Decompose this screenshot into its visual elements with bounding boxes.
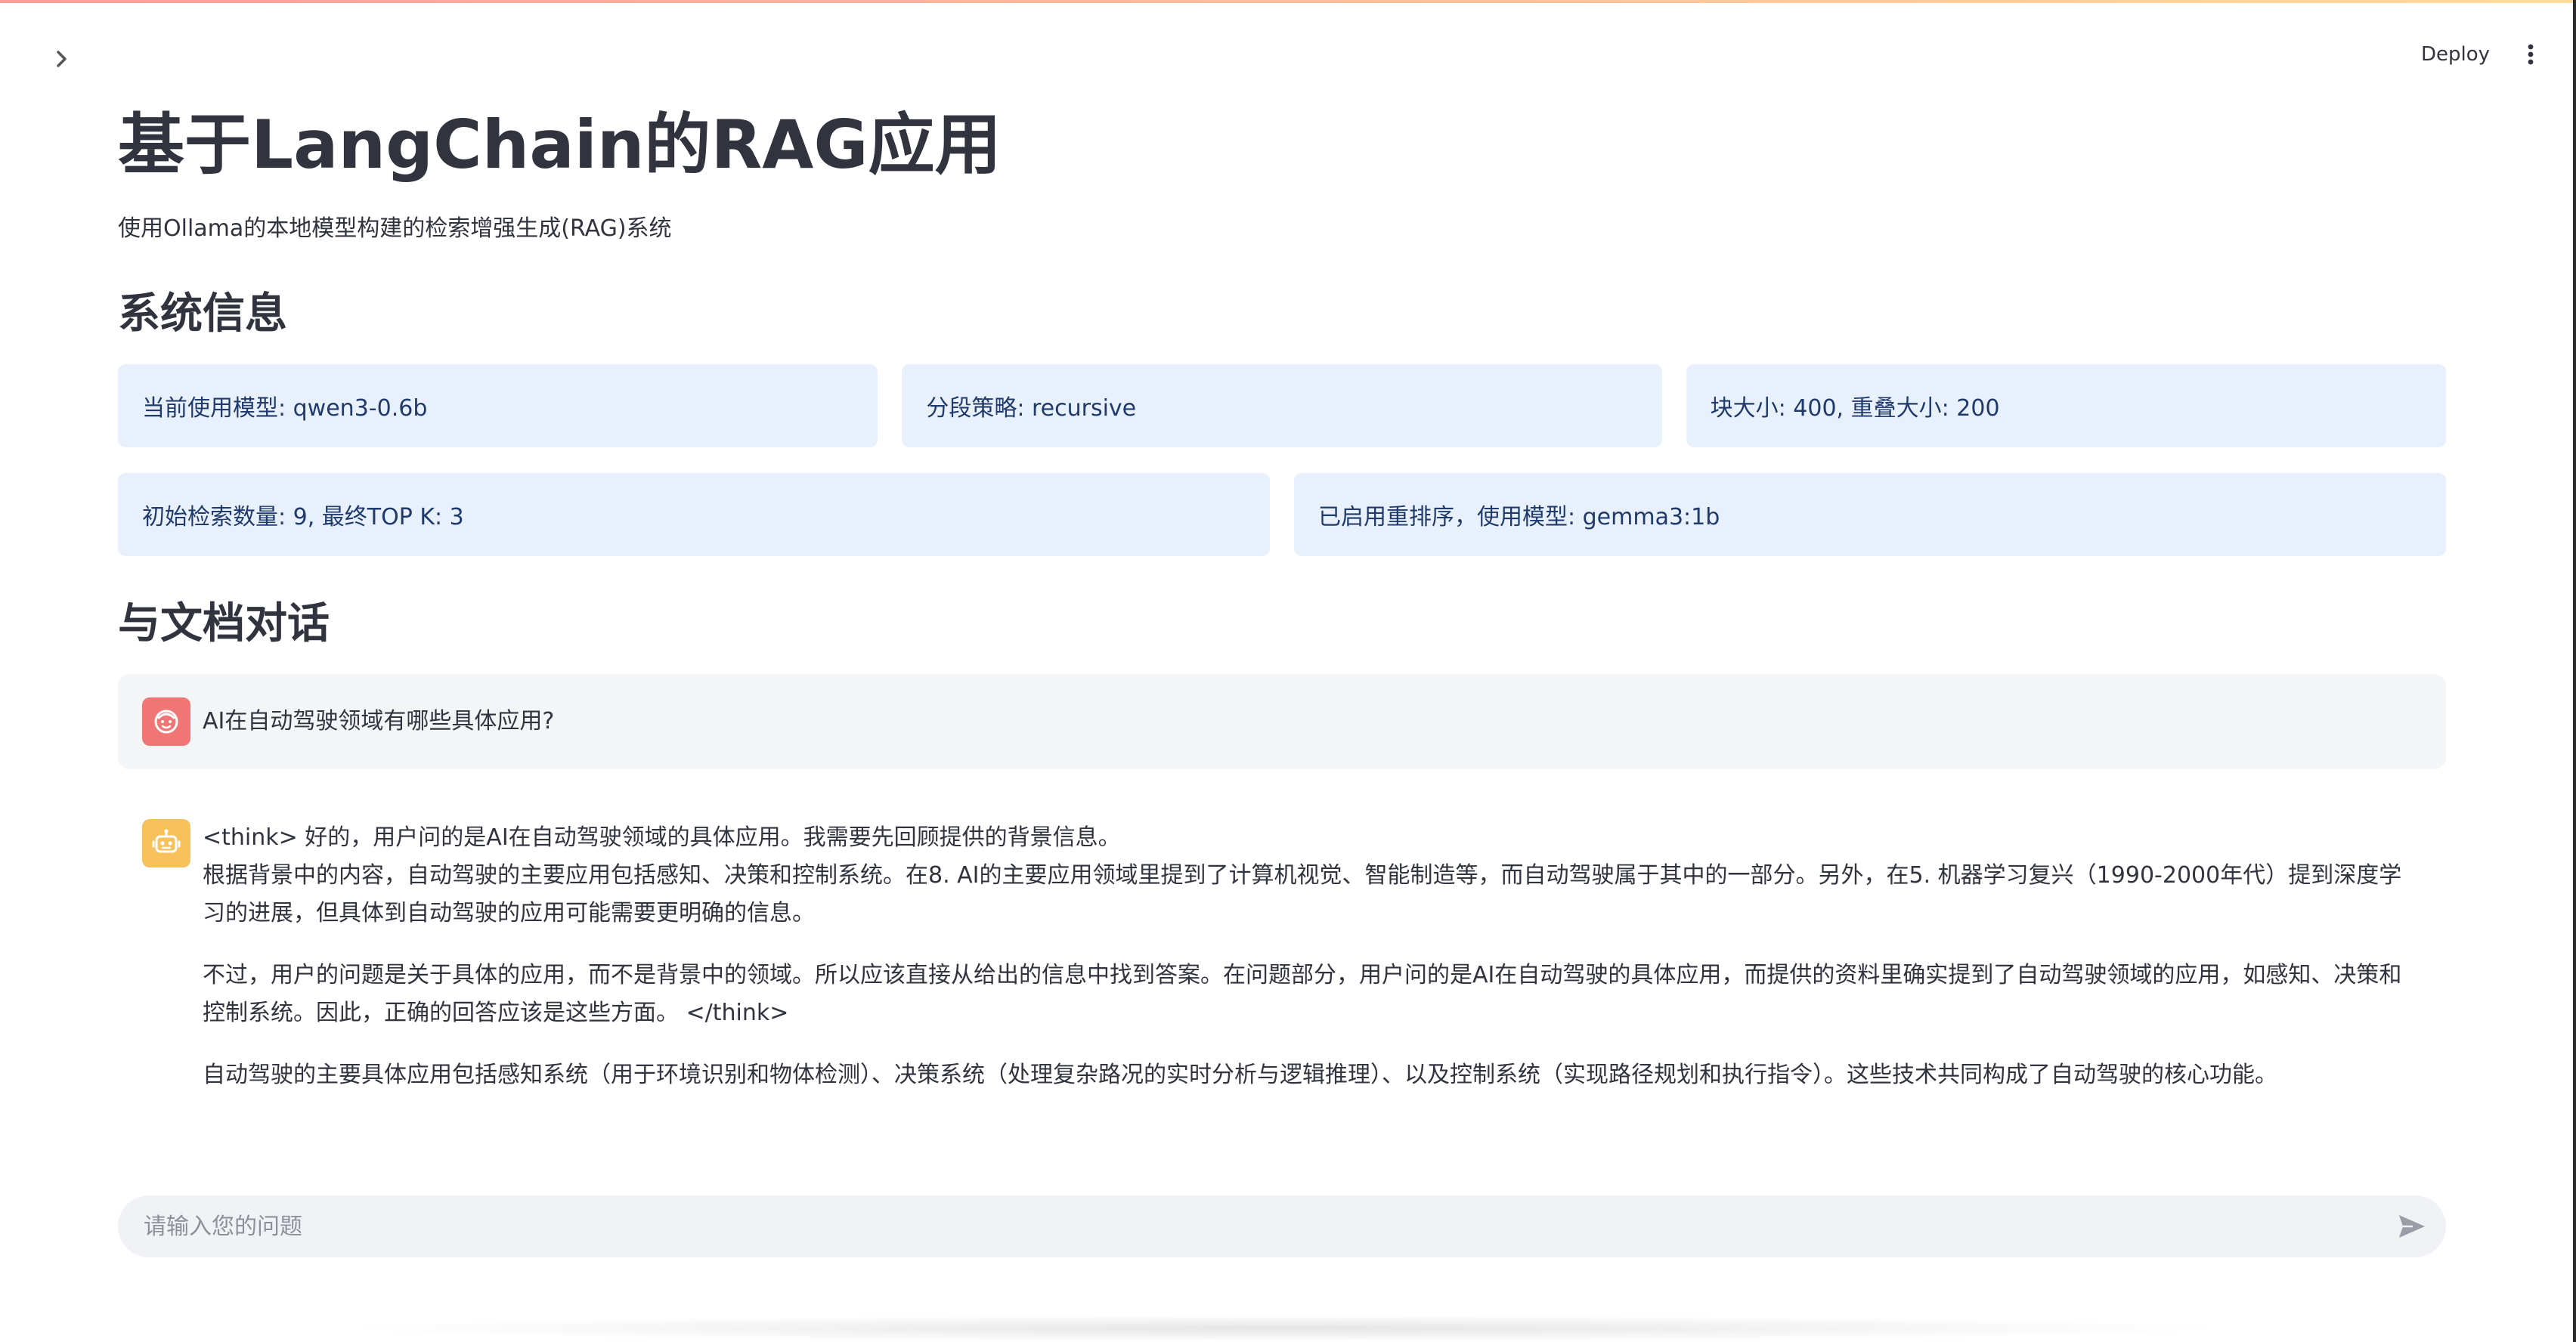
robot-icon	[152, 829, 181, 853]
deploy-button[interactable]: Deploy	[2421, 43, 2490, 66]
user-message: AI在自动驾驶领域有哪些具体应用?	[118, 674, 2446, 769]
info-box-split-strategy: 分段策略: recursive	[902, 364, 1662, 447]
user-avatar	[142, 697, 190, 746]
assistant-message-body: <think> 好的，用户问的是AI在自动驾驶领域的具体应用。我需要先回顾提供的…	[203, 819, 2417, 1118]
assistant-paragraph: 根据背景中的内容，自动驾驶的主要应用包括感知、决策和控制系统。在8. AI的主要…	[203, 862, 2402, 926]
assistant-paragraph: 不过，用户的问题是关于具体的应用，而不是背景中的领域。所以应该直接从给出的信息中…	[203, 962, 2402, 1026]
main-menu-button[interactable]	[2523, 39, 2538, 70]
bottom-shadow	[333, 1315, 2237, 1342]
send-button[interactable]	[2395, 1209, 2429, 1244]
chat-heading: 与文档对话	[118, 599, 330, 648]
send-icon	[2399, 1215, 2425, 1238]
user-message-text: AI在自动驾驶领域有哪些具体应用?	[203, 708, 555, 734]
info-box-chunk-size: 块大小: 400, 重叠大小: 200	[1686, 364, 2446, 447]
assistant-paragraph: 自动驾驶的主要具体应用包括感知系统（用于环境识别和物体检测）、决策系统（处理复杂…	[203, 1062, 2277, 1088]
info-box-retrieval-count: 初始检索数量: 9, 最终TOP K: 3	[118, 473, 1270, 556]
assistant-message: <think> 好的，用户问的是AI在自动驾驶领域的具体应用。我需要先回顾提供的…	[118, 802, 2446, 1143]
chevron-right-icon	[57, 51, 67, 67]
vertical-ellipsis-icon	[2528, 44, 2534, 65]
info-box-rerank: 已启用重排序，使用模型: gemma3:1b	[1294, 473, 2446, 556]
info-box-model: 当前使用模型: qwen3-0.6b	[118, 364, 878, 447]
top-decoration-bar	[0, 0, 2576, 3]
page-subtitle: 使用Ollama的本地模型构建的检索增强生成(RAG)系统	[118, 215, 672, 242]
page-title: 基于LangChain的RAG应用	[118, 106, 1002, 184]
window-frame-edge	[2573, 0, 2576, 1342]
chat-input[interactable]	[144, 1195, 2336, 1257]
chat-input-bar	[118, 1195, 2446, 1257]
toolbar: Deploy	[2421, 38, 2538, 71]
system-info-row: 初始检索数量: 9, 最终TOP K: 3 已启用重排序，使用模型: gemma…	[118, 473, 2446, 556]
system-info-heading: 系统信息	[118, 289, 287, 339]
assistant-avatar	[142, 819, 190, 867]
sidebar-toggle-button[interactable]	[47, 44, 77, 74]
assistant-paragraph: <think> 好的，用户问的是AI在自动驾驶领域的具体应用。我需要先回顾提供的…	[203, 824, 1121, 851]
system-info-row: 当前使用模型: qwen3-0.6b 分段策略: recursive 块大小: …	[118, 364, 2446, 447]
user-face-icon	[154, 710, 178, 734]
